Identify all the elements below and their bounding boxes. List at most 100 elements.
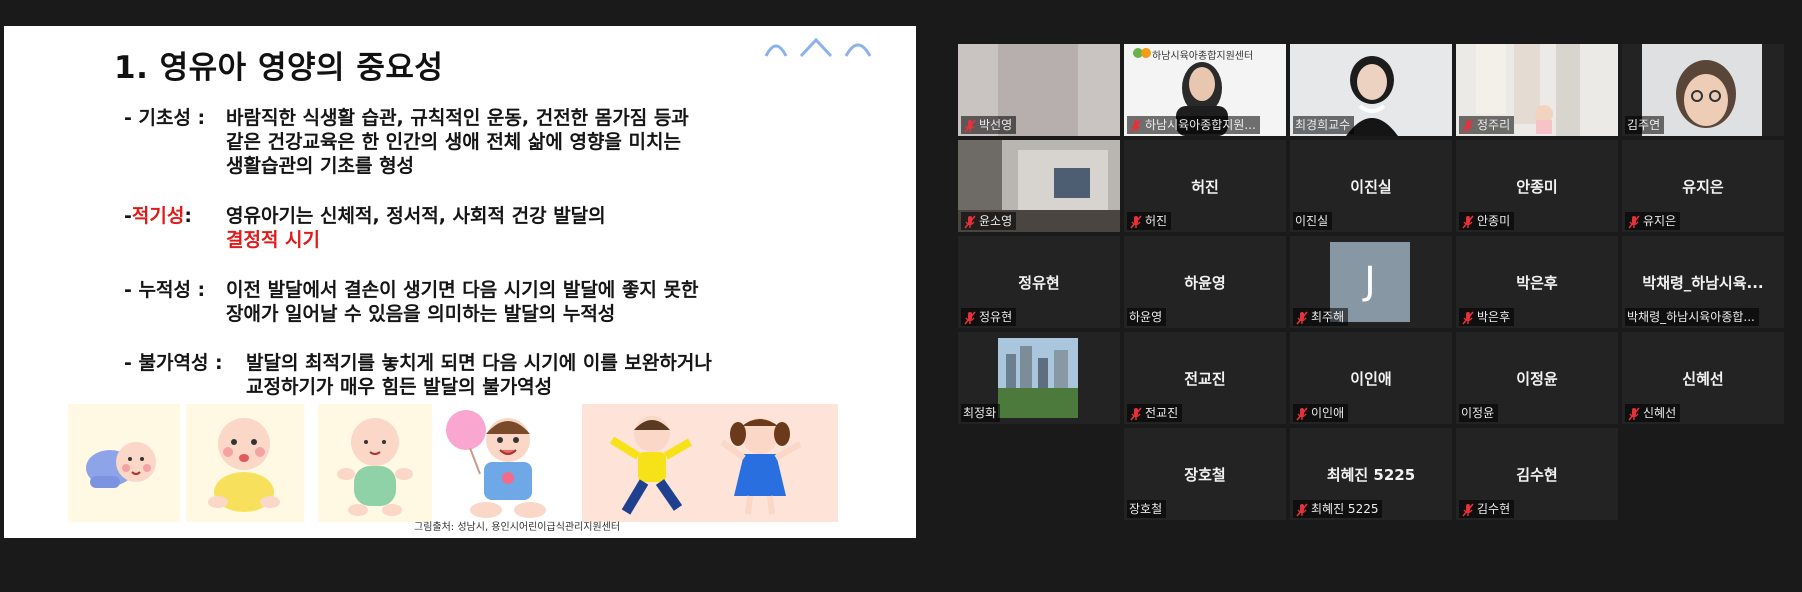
participant-tile[interactable]: 김주연 xyxy=(1622,44,1784,136)
participant-tile[interactable]: 정유현 정유현 xyxy=(958,236,1120,328)
participant-name-label: 하윤영 xyxy=(1127,308,1167,326)
participant-name: 정유현 xyxy=(979,310,1013,324)
slide-image-credit: 그림출처: 성남시, 용인시어린이급식관리지원센터 xyxy=(414,522,621,533)
muted-mic-icon xyxy=(964,214,976,229)
participant-name: 최혜진 5225 xyxy=(1311,502,1379,516)
participant-name-label: 최혜진 5225 xyxy=(1293,500,1383,518)
bullet-term: 적기성 xyxy=(131,205,185,227)
participant-name: 최정화 xyxy=(963,406,997,420)
bullet-term: - 불가역성 : xyxy=(124,352,223,374)
participant-name: 하윤영 xyxy=(1129,310,1163,324)
participant-tile[interactable]: 유지은 유지은 xyxy=(1622,140,1784,232)
participant-tile[interactable]: 이진실 이진실 xyxy=(1290,140,1452,232)
bullet-term-prefix: - xyxy=(124,205,132,227)
participant-name: 신혜선 xyxy=(1643,406,1677,420)
bullet-line: 바람직한 식생활 습관, 규칙적인 운동, 건전한 몸가짐 등과 xyxy=(226,107,689,129)
bullet-timeliness: - 적기성 : 영유아기는 신체적, 정서적, 사회적 건강 발달의 결정적 시… xyxy=(124,204,606,251)
participant-tile[interactable]: 윤소영 xyxy=(958,140,1120,232)
participant-name: 정주리 xyxy=(1477,118,1511,132)
bullet-cumulative: - 누적성 : 이전 발달에서 결손이 생기면 다음 시기의 발달에 좋지 못한… xyxy=(124,278,698,325)
participant-center-name: 장호철 xyxy=(1184,466,1226,484)
participant-tile[interactable]: 신혜선 신혜선 xyxy=(1622,332,1784,424)
participant-center-name: 박채령_하남시육... xyxy=(1642,274,1764,292)
participant-center-name: 유지은 xyxy=(1682,178,1724,196)
participant-name-label: 신혜선 xyxy=(1625,404,1681,422)
participant-name: 유지은 xyxy=(1643,214,1677,228)
participant-tile[interactable]: 박채령_하남시육... 박채령_하남시육아종합... xyxy=(1622,236,1784,328)
bullet-line: 교정하기가 매우 힘든 발달의 불가역성 xyxy=(246,376,553,398)
bullet-irreversible: - 불가역성 : 발달의 최적기를 놓치게 되면 다음 시기에 이를 보완하거나… xyxy=(124,351,712,398)
participant-name-label: 박선영 xyxy=(961,116,1017,134)
participant-center-name: 최혜진 5225 xyxy=(1326,466,1416,484)
participant-tile[interactable]: 김수현 김수현 xyxy=(1456,428,1618,520)
participant-name: 이인애 xyxy=(1311,406,1345,420)
bullet-desc: 영유아기는 신체적, 정서적, 사회적 건강 발달의 결정적 시기 xyxy=(226,204,606,252)
bullet-line: 장애가 일어날 수 있음을 의미하는 발달의 누적성 xyxy=(226,303,616,325)
participant-tile[interactable]: J 최주해 xyxy=(1290,236,1452,328)
participant-name: 이진실 xyxy=(1295,214,1329,228)
participant-tile[interactable]: 최정화 xyxy=(958,332,1120,424)
participant-tile[interactable]: 안종미 안종미 xyxy=(1456,140,1618,232)
participant-center-name: 허진 xyxy=(1191,178,1219,196)
bullet-term: - 누적성 : xyxy=(124,279,206,301)
participant-tile[interactable]: 전교진 전교진 xyxy=(1124,332,1286,424)
participant-tile[interactable]: 장호철 장호철 xyxy=(1124,428,1286,520)
participant-name: 하남시육아종합지원... xyxy=(1145,118,1256,132)
slide-decoration xyxy=(764,37,872,58)
participant-name: 박은후 xyxy=(1477,310,1511,324)
muted-mic-icon xyxy=(1130,406,1142,421)
bullet-line: 이전 발달에서 결손이 생기면 다음 시기의 발달에 좋지 못한 xyxy=(226,279,699,301)
participant-center-name: 신혜선 xyxy=(1682,370,1724,388)
muted-mic-icon xyxy=(1628,406,1640,421)
participant-tile[interactable]: 최혜진 5225 최혜진 5225 xyxy=(1290,428,1452,520)
participant-tile[interactable]: 이인애 이인애 xyxy=(1290,332,1452,424)
participant-tile[interactable]: 이정윤 이정윤 xyxy=(1456,332,1618,424)
participant-tile[interactable]: 최경희교수 xyxy=(1290,44,1452,136)
participant-tile[interactable]: 하윤영 하윤영 xyxy=(1124,236,1286,328)
participant-tile[interactable]: 박은후 박은후 xyxy=(1456,236,1618,328)
bullet-line-highlight: 결정적 시기 xyxy=(226,229,321,251)
participant-center-name: 김수현 xyxy=(1516,466,1558,484)
participant-center-name: 하윤영 xyxy=(1184,274,1226,292)
participant-name: 최경희교수 xyxy=(1295,118,1351,132)
participant-name: 장호철 xyxy=(1129,502,1163,516)
muted-mic-icon xyxy=(1462,214,1474,229)
baby-lying-illustration xyxy=(68,404,180,522)
participant-name: 안종미 xyxy=(1477,214,1511,228)
bullet-term: - 기초성 : xyxy=(124,107,206,129)
participant-center-name: 이진실 xyxy=(1350,178,1392,196)
participant-name-label: 이진실 xyxy=(1293,212,1333,230)
participant-tile[interactable]: 박선영 xyxy=(958,44,1120,136)
participant-name: 이정윤 xyxy=(1461,406,1495,420)
participant-name-label: 박은후 xyxy=(1459,308,1515,326)
participant-center-name: 이인애 xyxy=(1350,370,1392,388)
muted-mic-icon xyxy=(1296,310,1308,325)
participant-name-label: 최주해 xyxy=(1293,308,1349,326)
participant-tile[interactable]: 허진 허진 xyxy=(1124,140,1286,232)
baby-crawling-illustration xyxy=(186,404,304,522)
muted-mic-icon xyxy=(964,310,976,325)
participant-name-label: 전교진 xyxy=(1127,404,1183,422)
participant-tile[interactable]: 정주리 xyxy=(1456,44,1618,136)
muted-mic-icon xyxy=(1130,214,1142,229)
svg-text:J: J xyxy=(1362,259,1375,303)
baby-sitting-illustration xyxy=(318,404,432,522)
muted-mic-icon xyxy=(1130,118,1142,133)
org-logo-text: 하남시육아종합지원센터 xyxy=(1152,51,1254,62)
participant-name-label: 최경희교수 xyxy=(1293,116,1355,134)
muted-mic-icon xyxy=(1296,502,1308,517)
muted-mic-icon xyxy=(1462,502,1474,517)
bullet-term-suffix: : xyxy=(184,205,192,227)
participant-name-label: 이인애 xyxy=(1293,404,1349,422)
participant-name-label: 안종미 xyxy=(1459,212,1515,230)
participant-tile[interactable]: 하남시육아종합지원센터하남시육아종합지원... xyxy=(1124,44,1286,136)
participant-center-name: 정유현 xyxy=(1018,274,1060,292)
participant-name: 전교진 xyxy=(1145,406,1179,420)
participant-name-label: 박채령_하남시육아종합... xyxy=(1625,308,1759,326)
participant-name-label: 유지은 xyxy=(1625,212,1681,230)
bullet-foundation: - 기초성 : 바람직한 식생활 습관, 규칙적인 운동, 건전한 몸가짐 등과… xyxy=(124,106,689,177)
participant-name: 허진 xyxy=(1145,214,1168,228)
muted-mic-icon xyxy=(1462,118,1474,133)
participant-name-label: 정유현 xyxy=(961,308,1017,326)
participant-name-label: 이정윤 xyxy=(1459,404,1499,422)
